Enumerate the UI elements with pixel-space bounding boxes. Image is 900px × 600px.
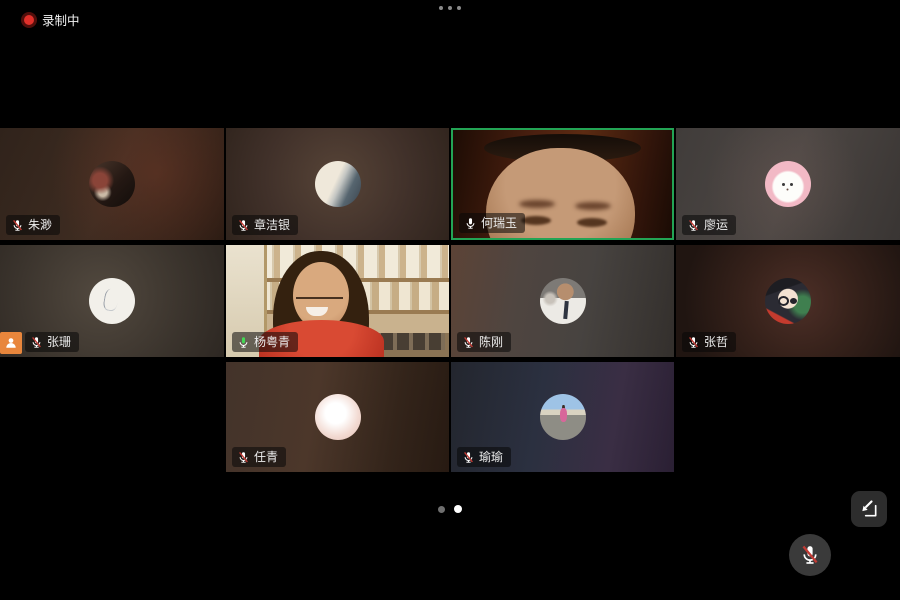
mic-muted-icon: [687, 336, 700, 349]
participant-name: 杨粤青: [254, 334, 290, 350]
participant-name: 陈刚: [479, 334, 503, 350]
user-badge-icon: [0, 332, 22, 354]
participant-tile[interactable]: 章洁银: [226, 128, 449, 240]
microphone-muted-button[interactable]: [789, 534, 831, 576]
participant-label: 陈刚: [457, 332, 511, 352]
participant-name: 张珊: [47, 334, 71, 350]
participant-label: 张珊: [25, 332, 79, 352]
mic-muted-icon: [30, 336, 43, 349]
page-dot-active[interactable]: [454, 505, 462, 513]
mic-muted-icon: [462, 336, 475, 349]
avatar: [540, 394, 586, 440]
avatar: [765, 161, 811, 207]
participant-tile[interactable]: 瑜瑜: [451, 362, 674, 472]
collapse-to-corner-button[interactable]: [851, 491, 887, 527]
mic-muted-icon: [462, 451, 475, 464]
video-feed: [521, 216, 551, 225]
participant-label: 朱渺: [6, 215, 60, 235]
avatar: [315, 394, 361, 440]
participant-tile[interactable]: 廖运: [676, 128, 900, 240]
mic-muted-icon: [237, 219, 250, 232]
participant-label: 任青: [232, 447, 286, 467]
participant-label: 张哲: [682, 332, 736, 352]
participant-label: 何瑞玉: [459, 213, 525, 233]
participant-name: 廖运: [704, 217, 728, 233]
recording-indicator: 录制中: [24, 10, 80, 29]
recording-dot-icon: [24, 15, 34, 25]
participant-label: 廖运: [682, 215, 736, 235]
participant-name: 章洁银: [254, 217, 290, 233]
participant-tile[interactable]: 张珊: [0, 245, 224, 357]
mic-muted-icon: [11, 219, 24, 232]
avatar: [89, 278, 135, 324]
participant-name: 朱渺: [28, 217, 52, 233]
video-feed: [575, 202, 611, 210]
avatar: [765, 278, 811, 324]
avatar: [315, 161, 361, 207]
participant-name: 何瑞玉: [481, 215, 517, 231]
meeting-window: 录制中 朱渺 章洁银 何瑞玉 廖运: [0, 0, 900, 600]
video-feed: [296, 286, 343, 299]
page-dot[interactable]: [438, 506, 445, 513]
mic-muted-icon: [237, 451, 250, 464]
video-feed: [519, 200, 555, 208]
mic-speaking-icon: [237, 336, 250, 349]
video-feed: [577, 218, 607, 227]
collapse-to-corner-icon: [859, 499, 879, 519]
participant-name: 任青: [254, 449, 278, 465]
pagination: [0, 505, 900, 513]
participant-name: 张哲: [704, 334, 728, 350]
mic-muted-icon: [687, 219, 700, 232]
participant-tile[interactable]: 朱渺: [0, 128, 224, 240]
mic-on-icon: [464, 217, 477, 230]
mic-muted-icon: [799, 544, 821, 566]
participant-tile[interactable]: 陈刚: [451, 245, 674, 357]
participant-tile[interactable]: 杨粤青: [226, 245, 449, 357]
participant-label: 瑜瑜: [457, 447, 511, 467]
avatar: [89, 161, 135, 207]
participant-tile[interactable]: 任青: [226, 362, 449, 472]
participant-name: 瑜瑜: [479, 449, 503, 465]
more-options-icon[interactable]: [0, 6, 900, 10]
participant-tile-active-speaker[interactable]: 何瑞玉: [451, 128, 674, 240]
avatar: [540, 278, 586, 324]
participant-label: 杨粤青: [232, 332, 298, 352]
participant-label: 章洁银: [232, 215, 298, 235]
recording-label: 录制中: [42, 10, 80, 29]
participant-tile[interactable]: 张哲: [676, 245, 900, 357]
